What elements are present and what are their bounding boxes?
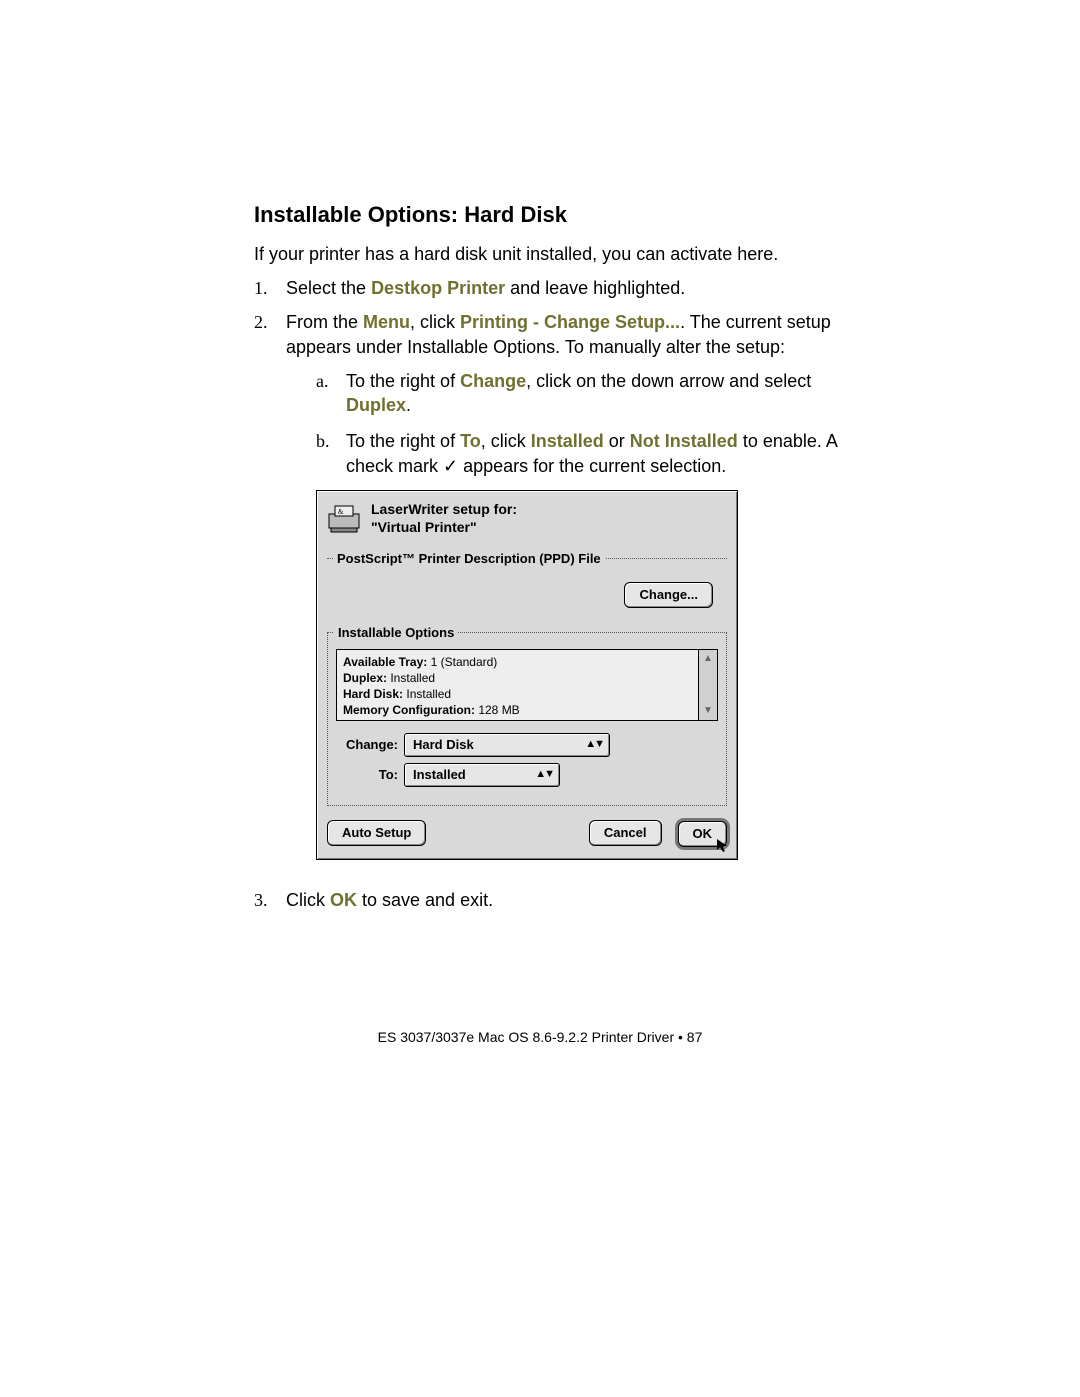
change-term: Change bbox=[460, 371, 526, 391]
section-heading: Installable Options: Hard Disk bbox=[254, 200, 880, 230]
step-2a: a. To the right of Change, click on the … bbox=[316, 369, 880, 418]
scroll-up-icon[interactable]: ▲ bbox=[703, 652, 713, 666]
printer-icon: & bbox=[327, 504, 361, 534]
dialog-title-line2: "Virtual Printer" bbox=[371, 519, 517, 537]
substep-letter: b. bbox=[316, 429, 336, 478]
step-number: 2. bbox=[254, 310, 276, 877]
dialog-button-row: Auto Setup Cancel OK bbox=[327, 820, 727, 847]
to-popup-row: To: Installed ▲▼ bbox=[336, 763, 718, 787]
popup-arrows-icon: ▲▼ bbox=[585, 737, 603, 752]
options-list-content: Available Tray: 1 (Standard) Duplex: Ins… bbox=[336, 649, 699, 721]
list-item: Memory Configuration: 128 MB bbox=[343, 702, 692, 718]
options-scrollbar[interactable]: ▲ ▼ bbox=[699, 649, 718, 721]
change-popup-row: Change: Hard Disk ▲▼ bbox=[336, 733, 718, 757]
ppd-groupbox: PostScript™ Printer Description (PPD) Fi… bbox=[327, 558, 727, 616]
scroll-down-icon[interactable]: ▼ bbox=[703, 704, 713, 718]
ppd-change-button[interactable]: Change... bbox=[624, 582, 713, 608]
duplex-term: Duplex bbox=[346, 395, 406, 415]
not-installed-term: Not Installed bbox=[630, 431, 738, 451]
dialog-title: LaserWriter setup for: "Virtual Printer" bbox=[371, 501, 517, 536]
substep-letter: a. bbox=[316, 369, 336, 418]
laserwriter-setup-dialog: & LaserWriter setup for: "Virtual Printe… bbox=[316, 490, 738, 860]
installed-term: Installed bbox=[531, 431, 604, 451]
cursor-icon bbox=[717, 839, 731, 853]
svg-text:&: & bbox=[338, 508, 344, 516]
step-3: 3. Click OK to save and exit. bbox=[254, 888, 880, 912]
intro-text: If your printer has a hard disk unit ins… bbox=[254, 242, 880, 266]
list-item: Available Tray: 1 (Standard) bbox=[343, 654, 692, 670]
ok-term: OK bbox=[330, 890, 357, 910]
change-label: Change: bbox=[336, 736, 398, 754]
substep-text: To the right of To, click Installed or N… bbox=[346, 429, 880, 478]
menu-term: Menu bbox=[363, 312, 410, 332]
step-text: Select the Destkop Printer and leave hig… bbox=[286, 276, 685, 300]
step-1: 1. Select the Destkop Printer and leave … bbox=[254, 276, 880, 300]
change-setup-term: Change Setup... bbox=[544, 312, 680, 332]
dialog-title-line1: LaserWriter setup for: bbox=[371, 501, 517, 519]
cancel-button[interactable]: Cancel bbox=[589, 820, 662, 846]
options-listbox[interactable]: Available Tray: 1 (Standard) Duplex: Ins… bbox=[336, 649, 718, 721]
desktop-printer-term: Destkop Printer bbox=[371, 278, 505, 298]
to-label: To: bbox=[336, 766, 398, 784]
printing-term: Printing bbox=[460, 312, 528, 332]
ppd-legend: PostScript™ Printer Description (PPD) Fi… bbox=[333, 550, 605, 568]
to-popup-value: Installed bbox=[413, 766, 466, 784]
list-item: Hard Disk: Installed bbox=[343, 686, 692, 702]
step-number: 3. bbox=[254, 888, 276, 912]
step-number: 1. bbox=[254, 276, 276, 300]
change-popup-value: Hard Disk bbox=[413, 736, 474, 754]
substep-text: To the right of Change, click on the dow… bbox=[346, 369, 880, 418]
installable-options-legend: Installable Options bbox=[334, 624, 458, 642]
step-text: From the Menu, click Printing - Change S… bbox=[286, 310, 880, 877]
to-popup[interactable]: Installed ▲▼ bbox=[404, 763, 560, 787]
installable-options-groupbox: Installable Options Available Tray: 1 (S… bbox=[327, 632, 727, 806]
auto-setup-button[interactable]: Auto Setup bbox=[327, 820, 426, 846]
popup-arrows-icon: ▲▼ bbox=[535, 767, 553, 782]
step-2: 2. From the Menu, click Printing - Chang… bbox=[254, 310, 880, 877]
step-2b: b. To the right of To, click Installed o… bbox=[316, 429, 880, 478]
change-popup[interactable]: Hard Disk ▲▼ bbox=[404, 733, 610, 757]
step-text: Click OK to save and exit. bbox=[286, 888, 493, 912]
list-item: Duplex: Installed bbox=[343, 670, 692, 686]
dialog-titlebar: & LaserWriter setup for: "Virtual Printe… bbox=[327, 499, 727, 542]
page-footer: ES 3037/3037e Mac OS 8.6-9.2.2 Printer D… bbox=[0, 1028, 1080, 1047]
to-term: To bbox=[460, 431, 481, 451]
